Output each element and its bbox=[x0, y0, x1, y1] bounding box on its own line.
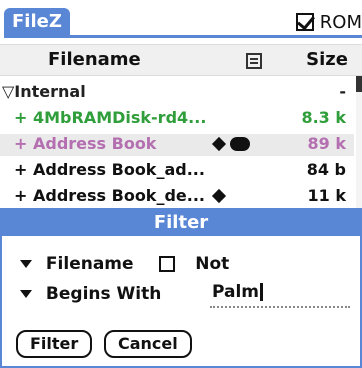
filter-dialog: Filter Filename Not Begins With Palm Fil… bbox=[0, 208, 362, 368]
card-label[interactable]: ROM bbox=[320, 12, 362, 33]
file-name[interactable]: + Address Book bbox=[14, 134, 156, 153]
match-select[interactable]: Begins With bbox=[46, 284, 161, 304]
file-row[interactable]: + Address Book_ad... 84 b bbox=[0, 160, 354, 182]
cancel-button[interactable]: Cancel bbox=[104, 330, 192, 358]
diamond-icon bbox=[211, 188, 227, 204]
group-row[interactable]: ▽Internal - bbox=[0, 82, 354, 104]
scroll-thumb[interactable] bbox=[356, 76, 362, 92]
dropdown-triangle-icon[interactable] bbox=[20, 260, 32, 268]
file-name[interactable]: + 4MbRAMDisk-rd4... bbox=[14, 108, 206, 127]
palm-screen: FileZ ROM Filename Size ▽Internal - + 4MbR… bbox=[0, 0, 362, 368]
file-name[interactable]: + Address Book_de... bbox=[14, 186, 205, 205]
match-input[interactable]: Palm bbox=[212, 282, 264, 302]
title-bar: FileZ ROM bbox=[0, 4, 362, 40]
file-name[interactable]: + Address Book_ad... bbox=[14, 160, 205, 179]
filter-button[interactable]: Filter bbox=[16, 330, 93, 358]
pill-icon bbox=[230, 137, 250, 151]
card-selector[interactable]: ROM bbox=[295, 8, 362, 36]
file-row[interactable]: + Address Book_de... 11 k bbox=[0, 186, 354, 208]
match-row: Begins With bbox=[20, 284, 161, 304]
match-input-value[interactable]: Palm bbox=[212, 282, 259, 302]
column-header: Filename Size bbox=[0, 44, 362, 76]
field-select[interactable]: Filename bbox=[46, 254, 134, 274]
not-checkbox[interactable] bbox=[159, 256, 176, 272]
file-row[interactable]: + 4MbRAMDisk-rd4... 8.3 k bbox=[0, 108, 354, 130]
column-size[interactable]: Size bbox=[306, 49, 348, 70]
list-icon[interactable] bbox=[246, 53, 262, 69]
app-title[interactable]: FileZ bbox=[4, 8, 70, 36]
scrollbar[interactable] bbox=[356, 76, 362, 210]
file-size: 11 k bbox=[307, 186, 346, 205]
text-caret bbox=[260, 283, 264, 301]
diamond-icon bbox=[211, 136, 227, 152]
file-row[interactable]: + Address Book 89 k bbox=[0, 134, 354, 156]
file-name[interactable]: ▽Internal bbox=[2, 82, 86, 101]
field-row: Filename Not bbox=[20, 254, 229, 274]
dropdown-triangle-icon[interactable] bbox=[20, 290, 32, 298]
dialog-title: Filter bbox=[2, 210, 360, 236]
file-size: 89 k bbox=[307, 134, 346, 153]
checkbox-checked-icon[interactable] bbox=[295, 13, 314, 31]
file-size: 84 b bbox=[306, 160, 346, 179]
file-list: ▽Internal - + 4MbRAMDisk-rd4... 8.3 k + Addr… bbox=[0, 78, 354, 210]
file-size: - bbox=[339, 82, 346, 101]
column-filename[interactable]: Filename bbox=[48, 49, 141, 70]
not-label: Not bbox=[195, 254, 230, 274]
file-size: 8.3 k bbox=[301, 108, 346, 127]
